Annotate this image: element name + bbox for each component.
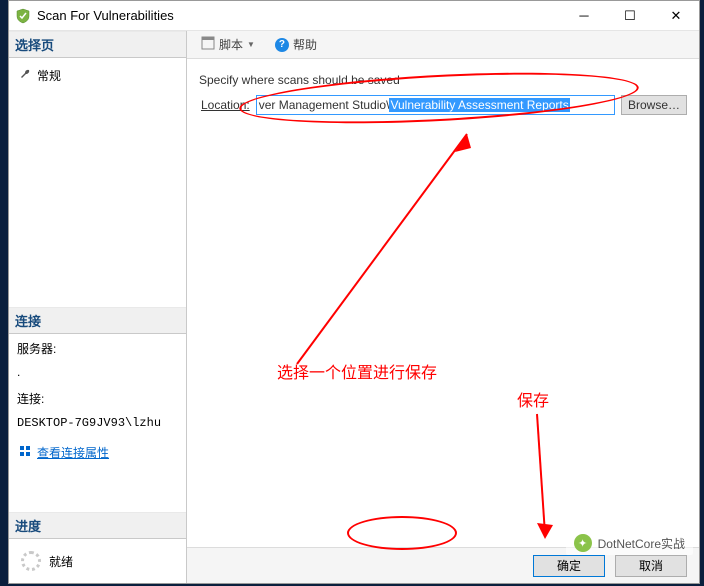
toolbar: 脚本 ▼ ? 帮助 xyxy=(187,31,699,59)
view-connection-properties[interactable]: 查看连接属性 xyxy=(17,441,178,466)
location-path-selection: Vulnerability Assessment Reports xyxy=(389,98,569,112)
annotation-arrow-1 xyxy=(267,114,487,374)
help-label: 帮助 xyxy=(293,36,317,53)
shield-icon xyxy=(15,8,31,24)
close-button[interactable]: ✕ xyxy=(653,1,699,31)
ok-button[interactable]: 确定 xyxy=(533,555,605,577)
script-dropdown[interactable]: 脚本 ▼ xyxy=(195,34,261,55)
progress-header: 进度 xyxy=(9,512,186,539)
minimize-button[interactable]: ─ xyxy=(561,1,607,31)
sidebar-item-label: 常规 xyxy=(37,67,61,84)
watermark-text: DotNetCore实战 xyxy=(598,535,685,552)
wrench-icon xyxy=(19,68,31,83)
cancel-button[interactable]: 取消 xyxy=(615,555,687,577)
sidebar-item-general[interactable]: 常规 xyxy=(17,64,178,87)
location-path-prefix: ver Management Studio\ xyxy=(259,98,390,112)
progress-spinner-icon xyxy=(21,551,41,571)
view-connection-properties-label: 查看连接属性 xyxy=(37,444,109,463)
titlebar[interactable]: Scan For Vulnerabilities ─ ☐ ✕ xyxy=(9,1,699,31)
script-icon xyxy=(201,36,215,53)
help-icon: ? xyxy=(275,38,289,52)
sidebar: 选择页 常规 连接 服务器: . 连接: DESKTOP-7G9JV93\lzh… xyxy=(9,31,187,583)
annotation-text-main: 选择一个位置进行保存 xyxy=(277,359,437,383)
location-label: Location: xyxy=(201,98,250,112)
chevron-down-icon: ▼ xyxy=(247,40,255,49)
connection-label: 连接: xyxy=(17,390,178,409)
annotation-arrow-2 xyxy=(507,409,567,549)
annotation-text-save: 保存 xyxy=(517,387,549,411)
vulnerability-scan-dialog: Scan For Vulnerabilities ─ ☐ ✕ 选择页 常规 连接… xyxy=(8,0,700,584)
progress-status: 就绪 xyxy=(49,553,73,570)
location-input[interactable]: ver Management Studio\Vulnerability Asse… xyxy=(256,95,615,115)
wechat-icon: ✦ xyxy=(574,534,592,552)
instruction-text: Specify where scans should be saved xyxy=(199,73,687,87)
server-value: . xyxy=(17,363,178,382)
connection-value: DESKTOP-7G9JV93\lzhu xyxy=(17,414,178,433)
script-label: 脚本 xyxy=(219,36,243,53)
server-label: 服务器: xyxy=(17,340,178,359)
browse-button[interactable]: Browse… xyxy=(621,95,687,115)
content-area: Specify where scans should be saved Loca… xyxy=(187,59,699,547)
window-title: Scan For Vulnerabilities xyxy=(37,8,561,23)
main-panel: 脚本 ▼ ? 帮助 Specify where scans should be … xyxy=(187,31,699,583)
maximize-button[interactable]: ☐ xyxy=(607,1,653,31)
connection-header: 连接 xyxy=(9,307,186,334)
select-page-header: 选择页 xyxy=(9,31,186,58)
help-button[interactable]: ? 帮助 xyxy=(269,34,323,55)
properties-icon xyxy=(19,444,31,463)
watermark: ✦ DotNetCore实战 xyxy=(566,531,693,555)
